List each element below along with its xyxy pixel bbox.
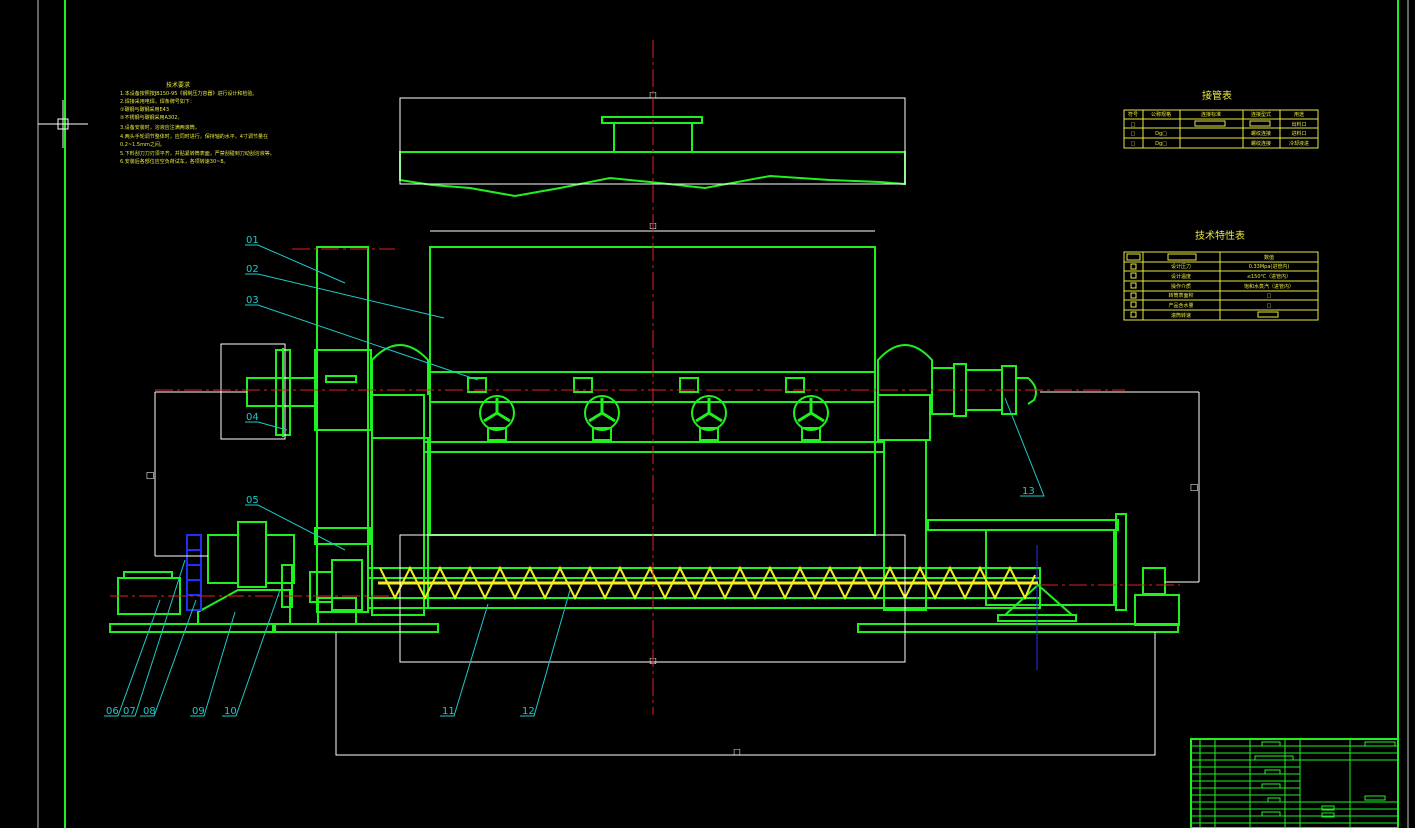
nozzle-cell: 冷却液进 <box>1289 140 1309 147</box>
tech-cell: 饱和水蒸汽（进管内） <box>1244 283 1294 290</box>
part-label: 05 <box>246 495 259 506</box>
roller-assembly <box>467 377 829 441</box>
part-label: 09 <box>192 706 205 717</box>
tech-req-line: 0.2~1.5mm之间。 <box>120 141 165 148</box>
nozzle-cell: Dg□ <box>1155 131 1167 137</box>
cad-drawing: 技术要求 1.本设备按照按JB150-95《钢制压力容器》进行设计和检验。 2.… <box>37 0 1409 828</box>
screw-conveyor <box>378 565 1038 601</box>
nozzle-cell: 螺纹连接 <box>1251 130 1271 137</box>
tech-req-title: 技术要求 <box>166 81 190 89</box>
tech-req-line: 5.下料刮刀刀刃须平齐，并贴紧转筒表面，严禁刮碰到刀动刮溶液等。 <box>120 150 275 157</box>
part-label: 01 <box>246 235 259 246</box>
technical-requirements: 技术要求 1.本设备按照按JB150-95《钢制压力容器》进行设计和检验。 2.… <box>120 81 275 165</box>
tech-cell: 产品含水量 <box>1168 302 1193 309</box>
tech-cell: 0.33Mpa(进管内) <box>1249 263 1290 270</box>
tech-cell: 设计温度 <box>1171 273 1191 280</box>
part-labels: 01 02 03 04 05 06 07 08 09 10 11 12 13 <box>106 235 1035 717</box>
nozzle-header: 连接标准 <box>1201 111 1221 118</box>
tech-cell: 转筒表面积 <box>1168 292 1193 299</box>
tech-cell: ≤150℃（进管内） <box>1247 273 1291 280</box>
nozzle-header: 用途 <box>1294 111 1304 118</box>
part-label: 08 <box>143 706 156 717</box>
tech-table-title: 技术特性表 <box>1195 229 1245 242</box>
part-label: 02 <box>246 264 259 275</box>
tech-req-line: 6.安装后各部位应空负荷试车，各项转速30~8。 <box>120 158 229 165</box>
tech-cell: 滚筒转速 <box>1171 312 1191 319</box>
tech-req-line: 3.设备安装时，溶液应注满两滚筒。 <box>120 124 200 131</box>
nozzle-cell: □ <box>1131 122 1136 128</box>
part-label: 03 <box>246 295 259 306</box>
drawing-frame <box>37 0 1409 828</box>
part-label: 06 <box>106 706 119 717</box>
part-label: 12 <box>522 706 535 717</box>
dimension-lines <box>154 97 1200 756</box>
leader-lines <box>104 244 1045 717</box>
part-label: 10 <box>224 706 237 717</box>
tech-cell: 设计压力 <box>1171 263 1191 270</box>
nozzle-header: 符号 <box>1128 111 1138 118</box>
dim-mark: □ <box>146 471 155 481</box>
nozzle-cell: □ <box>1131 131 1136 137</box>
tech-req-line: 1.本设备按照按JB150-95《钢制压力容器》进行设计和检验。 <box>120 90 257 97</box>
tech-characteristics-table: 技术特性表 数值 设计压力 0.33Mpa(进管内) 设计温度 ≤150℃（进管… <box>1123 229 1319 321</box>
tech-req-line: ①碳钢与碳钢采用E43 <box>120 106 169 113</box>
nozzle-cell: □ <box>1131 141 1136 147</box>
title-block <box>1190 738 1399 828</box>
tech-cell: □ <box>1267 293 1272 299</box>
dim-mark: □ <box>733 747 741 756</box>
nozzle-cell: 进料口 <box>1291 130 1306 137</box>
dim-mark: □ <box>1190 483 1199 493</box>
nozzle-table: 接管表 符号 公称规格 连接标准 连接型式 用途 □ 出料口 □ Dg□ 螺纹连… <box>1123 89 1319 149</box>
tech-req-line: 4.两头手轮调节整体时，应同时进行，保持轴的水平，4寸调节量在 <box>120 133 268 140</box>
nozzle-header: 公称规格 <box>1151 111 1171 118</box>
nozzle-cell: 出料口 <box>1291 121 1306 128</box>
part-label: 04 <box>246 412 259 423</box>
dimension-marks: □ □ □ □ □ □ <box>146 90 1199 756</box>
tech-header: 数值 <box>1264 254 1274 261</box>
tech-req-line: 2.焊接采用电焊，焊条牌号如下： <box>120 98 195 105</box>
part-label: 13 <box>1022 486 1035 497</box>
machine-outline <box>109 116 1180 633</box>
tech-cell: □ <box>1267 303 1272 309</box>
part-label: 07 <box>123 706 136 717</box>
nozzle-cell: Dg□ <box>1155 141 1167 147</box>
nozzle-header: 连接型式 <box>1251 111 1271 118</box>
part-label: 11 <box>442 706 455 717</box>
tech-req-line: ②不锈钢与碳钢采用A302。 <box>120 114 182 121</box>
tech-cell: 操作介质 <box>1171 283 1191 290</box>
nozzle-table-title: 接管表 <box>1202 89 1232 102</box>
crosshair-cursor-icon <box>38 100 88 148</box>
nozzle-cell: 螺纹连接 <box>1251 140 1271 147</box>
